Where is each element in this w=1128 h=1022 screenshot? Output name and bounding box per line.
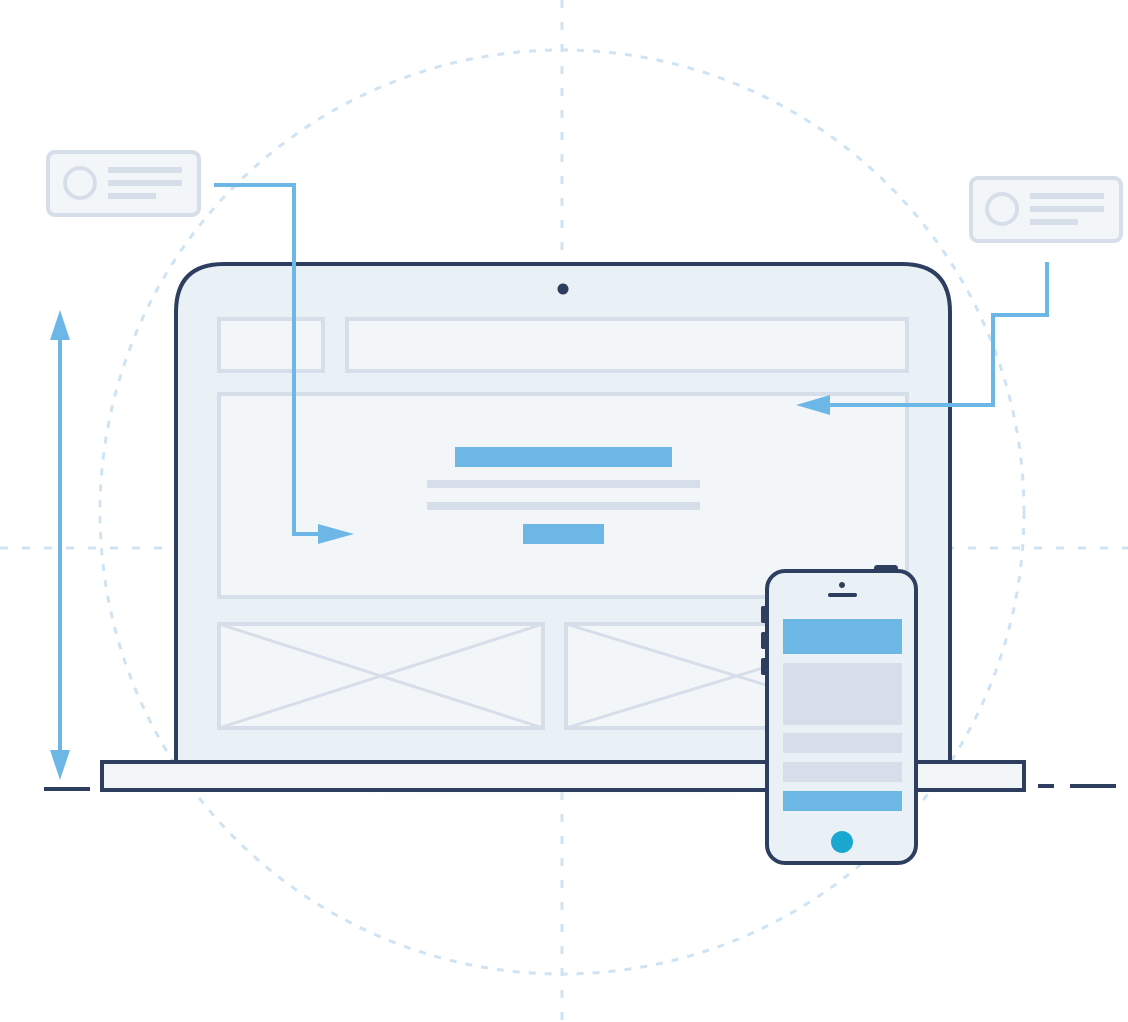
wireframe-logo-box — [217, 317, 325, 373]
profile-card-icon — [46, 150, 201, 217]
image-placeholder-icon — [217, 622, 545, 730]
phone-text-row — [783, 762, 902, 782]
camera-dot-icon — [557, 283, 569, 295]
phone-header-bar — [783, 619, 902, 654]
profile-card-icon — [969, 176, 1123, 243]
phone-speaker — [828, 593, 857, 597]
phone-image-block — [783, 663, 902, 725]
responsive-design-illustration — [0, 0, 1128, 1022]
smartphone — [761, 565, 918, 865]
hero-button — [523, 524, 604, 544]
hero-heading-bar — [455, 447, 672, 467]
hero-text-line — [427, 480, 700, 488]
phone-text-row — [783, 733, 902, 753]
hero-text-line — [427, 502, 700, 510]
wireframe-hero — [217, 392, 909, 599]
home-button-icon — [831, 831, 853, 853]
wireframe-nav-bar — [345, 317, 909, 373]
phone-front-camera — [839, 582, 845, 588]
phone-button-bar — [783, 791, 902, 811]
double-headed-arrow-icon — [50, 310, 70, 780]
